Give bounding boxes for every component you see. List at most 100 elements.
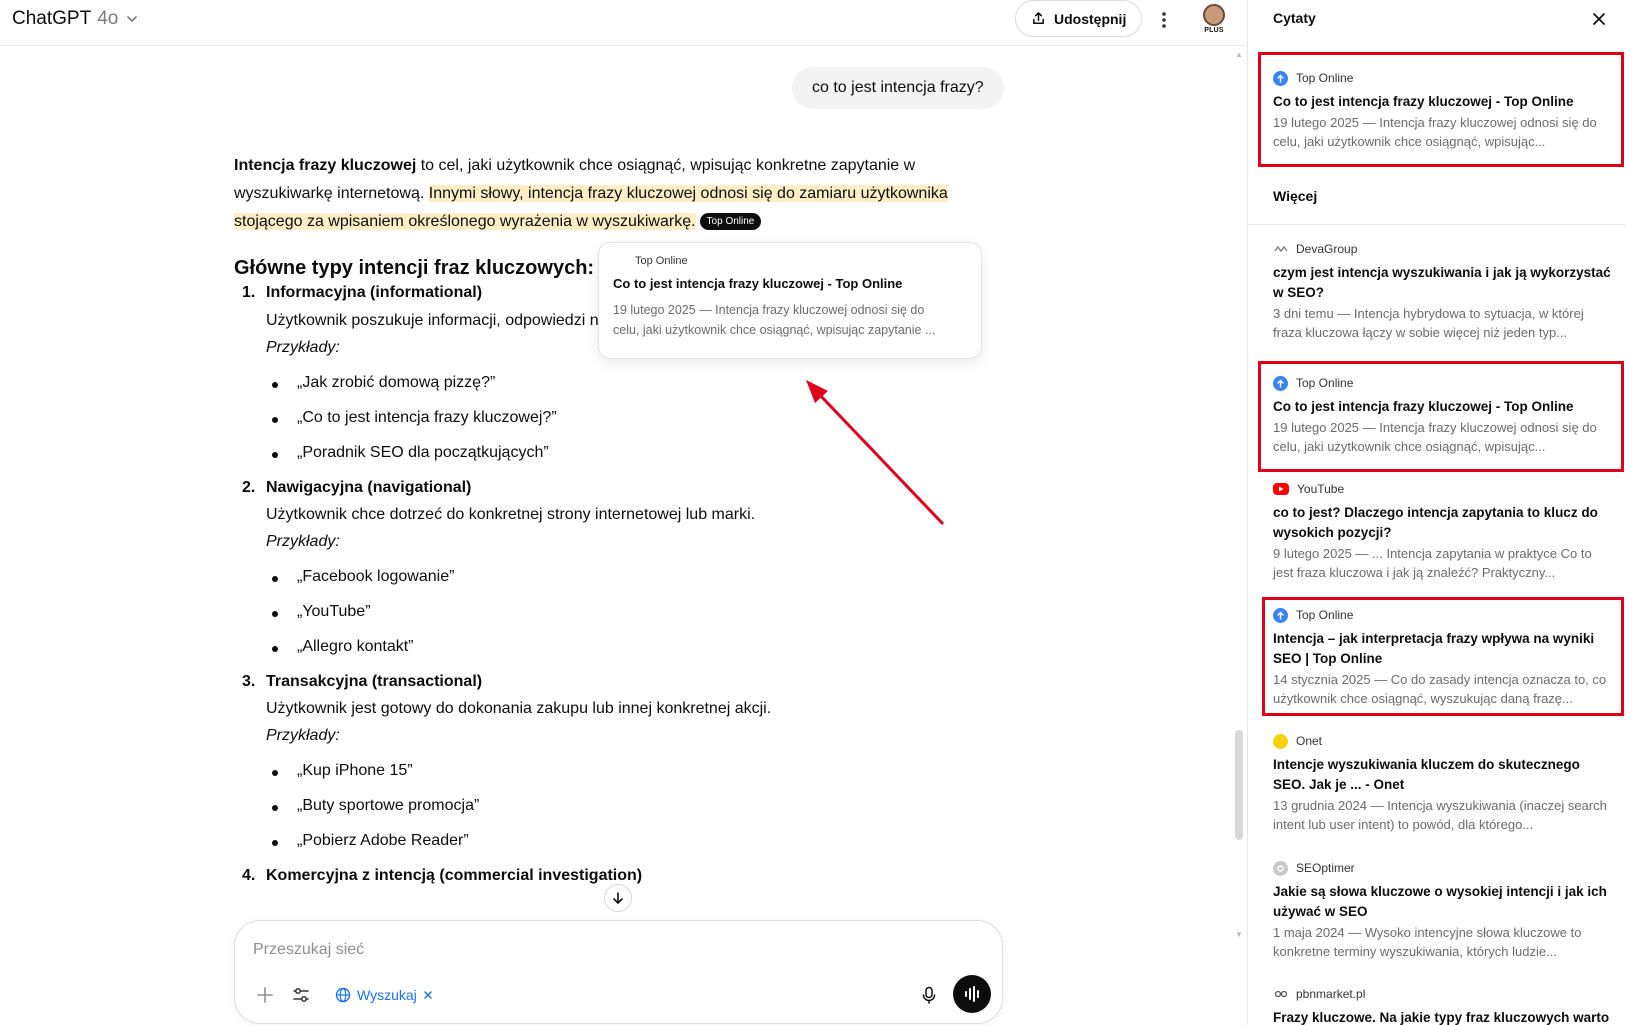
plus-icon bbox=[257, 987, 273, 1003]
citation-title[interactable]: Intencja – jak interpretacja frazy wpływ… bbox=[1273, 629, 1613, 669]
citation-title[interactable]: Co to jest intencja frazy kluczowej - To… bbox=[1273, 92, 1613, 112]
top-online-icon bbox=[1273, 607, 1288, 623]
citation-item[interactable]: Top Online Intencja – jak interpretacja … bbox=[1273, 607, 1613, 708]
search-toggle[interactable]: Wyszukaj bbox=[335, 983, 433, 1007]
citation-snippet: 9 lutego 2025 — ... Intencja zapytania w… bbox=[1273, 546, 1592, 580]
sliders-icon bbox=[293, 988, 309, 1002]
citation-pill[interactable]: Top Online bbox=[699, 213, 762, 230]
chevron-down-icon bbox=[127, 16, 138, 22]
onet-icon bbox=[1273, 733, 1288, 749]
citation-source: pbnmarket.pl bbox=[1273, 986, 1613, 1002]
more-options-button[interactable] bbox=[1150, 6, 1178, 34]
popup-snippet-line: celu, jaki użytkownik chce osiągnąć, wpi… bbox=[613, 323, 936, 337]
popup-snippet-line: 19 lutego 2025 — Intencja frazy kluczowe… bbox=[613, 303, 925, 317]
example-bullet: „Facebook logowanie” bbox=[272, 568, 454, 586]
example-text: „Buty sportowe promocja” bbox=[297, 797, 480, 814]
citation-source-name: SEOptimer bbox=[1296, 861, 1355, 875]
scroll-down-arrow-icon[interactable]: ▼ bbox=[1235, 930, 1243, 939]
close-icon bbox=[1593, 13, 1605, 25]
example-bullet: „Co to jest intencja frazy kluczowej?” bbox=[272, 409, 557, 427]
waveform-icon bbox=[965, 986, 979, 1002]
scroll-down-button[interactable] bbox=[604, 884, 632, 912]
sidebar-title: Cytaty bbox=[1273, 10, 1316, 26]
globe-icon bbox=[335, 987, 351, 1003]
citation-source: YouTube bbox=[1273, 481, 1613, 497]
examples-label: Przykłady: bbox=[266, 533, 340, 550]
plan-badge: PLUS bbox=[1204, 27, 1224, 34]
example-bullet: „Allegro kontakt” bbox=[272, 638, 414, 656]
citation-snippet: 3 dni temu — Intencja hybrydowa to sytua… bbox=[1273, 306, 1584, 340]
citation-snippet: 19 lutego 2025 — Intencja frazy kluczowe… bbox=[1273, 420, 1597, 454]
citation-source: Top Online bbox=[1273, 607, 1613, 623]
pbnmarket-icon bbox=[1273, 986, 1288, 1002]
example-bullet: „Kup iPhone 15” bbox=[272, 762, 413, 780]
list-number: 3. bbox=[242, 673, 256, 690]
citation-title[interactable]: Co to jest intencja frazy kluczowej - To… bbox=[1273, 397, 1613, 417]
example-text: „Allegro kontakt” bbox=[297, 638, 414, 655]
citation-item[interactable]: Top Online Co to jest intencja frazy klu… bbox=[1273, 70, 1613, 151]
close-sidebar-button[interactable] bbox=[1588, 8, 1610, 30]
examples-label: Przykłady: bbox=[266, 339, 340, 356]
arrow-down-icon bbox=[613, 892, 623, 904]
intro-bold-term: Intencja frazy kluczowej bbox=[234, 157, 417, 174]
list-number: 4. bbox=[242, 867, 256, 884]
close-icon[interactable] bbox=[423, 990, 433, 1000]
user-avatar[interactable]: PLUS bbox=[1200, 4, 1228, 38]
model-name: ChatGPT bbox=[12, 8, 92, 29]
prompt-input[interactable] bbox=[253, 935, 853, 965]
citation-snippet: 14 stycznia 2025 — Co do zasady intencja… bbox=[1273, 672, 1607, 706]
voice-mode-button[interactable] bbox=[953, 975, 991, 1013]
example-text: „Facebook logowanie” bbox=[297, 568, 455, 585]
seoptimer-icon bbox=[1273, 860, 1288, 876]
list-item-description: Użytkownik chce dotrzeć do konkretnej st… bbox=[266, 506, 756, 523]
citation-source: Onet bbox=[1273, 733, 1613, 749]
citation-snippet: 1 maja 2024 — Wysoko intencyjne słowa kl… bbox=[1273, 925, 1582, 959]
example-bullet: „Poradnik SEO dla początkujących” bbox=[272, 444, 549, 462]
example-text: „Co to jest intencja frazy kluczowej?” bbox=[297, 409, 557, 426]
popup-snippet: 19 lutego 2025 — Intencja frazy kluczowe… bbox=[613, 300, 967, 340]
assistant-answer-intro: Intencja frazy kluczowej to cel, jaki uż… bbox=[234, 152, 1004, 236]
attach-button[interactable] bbox=[253, 983, 277, 1007]
citation-source: Top Online bbox=[1273, 70, 1613, 86]
example-bullet: „Buty sportowe promocja” bbox=[272, 797, 479, 815]
model-switcher[interactable]: ChatGPT 4o bbox=[12, 8, 140, 30]
citation-snippet: 19 lutego 2025 — Intencja frazy kluczowe… bbox=[1273, 115, 1597, 149]
citation-source: Top Online bbox=[1273, 375, 1613, 391]
citation-item[interactable]: YouTube co to jest? Dlaczego intencja za… bbox=[1273, 481, 1613, 582]
example-bullet: „Pobierz Adobe Reader” bbox=[272, 832, 469, 850]
scrollbar-thumb[interactable] bbox=[1235, 730, 1243, 840]
citation-item[interactable]: Onet Intencje wyszukiwania kluczem do sk… bbox=[1273, 733, 1613, 834]
microphone-button[interactable] bbox=[917, 983, 941, 1007]
microphone-icon bbox=[922, 986, 936, 1004]
list-item-title: Informacyjna (informational) bbox=[266, 284, 483, 301]
popup-title[interactable]: Co to jest intencja frazy kluczowej - To… bbox=[613, 276, 967, 291]
chat-header: ChatGPT 4o Udostępnij PLUS bbox=[0, 0, 1246, 46]
share-icon bbox=[1033, 12, 1044, 24]
example-bullet: „Jak zrobić domową pizzę?” bbox=[272, 374, 495, 392]
citation-snippet: 13 grudnia 2024 — Intencja wyszukiwania … bbox=[1273, 798, 1607, 832]
list-number: 1. bbox=[242, 284, 256, 301]
citation-source: SEOptimer bbox=[1273, 860, 1613, 876]
citation-hover-card[interactable]: Top Online Co to jest intencja frazy klu… bbox=[598, 242, 982, 359]
citation-source: DevaGroup bbox=[1273, 241, 1613, 257]
citation-title[interactable]: czym jest intencja wyszukiwania i jak ją… bbox=[1273, 263, 1613, 303]
sidebar-divider bbox=[1248, 224, 1626, 225]
list-item-description: Użytkownik jest gotowy do dokonania zaku… bbox=[266, 700, 772, 717]
citation-item[interactable]: pbnmarket.pl Frazy kluczowe. Na jakie ty… bbox=[1273, 986, 1613, 1025]
example-text: „Poradnik SEO dla początkujących” bbox=[297, 444, 549, 461]
citation-title[interactable]: co to jest? Dlaczego intencja zapytania … bbox=[1273, 503, 1613, 543]
citation-item[interactable]: SEOptimer Jakie są słowa kluczowe o wyso… bbox=[1273, 860, 1613, 961]
top-online-icon bbox=[1273, 70, 1288, 86]
citation-title[interactable]: Frazy kluczowe. Na jakie typy fraz klucz… bbox=[1273, 1008, 1613, 1025]
citation-source-name: Top Online bbox=[1296, 71, 1354, 85]
share-button[interactable]: Udostępnij bbox=[1015, 0, 1143, 37]
tools-button[interactable] bbox=[289, 983, 313, 1007]
citation-title[interactable]: Jakie są słowa kluczowe o wysokiej inten… bbox=[1273, 882, 1613, 922]
citation-item[interactable]: Top Online Co to jest intencja frazy klu… bbox=[1273, 375, 1613, 456]
chat-scrollbar[interactable]: ▲ ▼ bbox=[1233, 50, 1245, 940]
citation-item[interactable]: DevaGroup czym jest intencja wyszukiwani… bbox=[1273, 241, 1613, 342]
scroll-up-arrow-icon[interactable]: ▲ bbox=[1235, 50, 1243, 59]
devagroup-icon bbox=[1273, 241, 1288, 257]
citation-title[interactable]: Intencje wyszukiwania kluczem do skutecz… bbox=[1273, 755, 1613, 795]
avatar-image bbox=[1203, 4, 1225, 26]
